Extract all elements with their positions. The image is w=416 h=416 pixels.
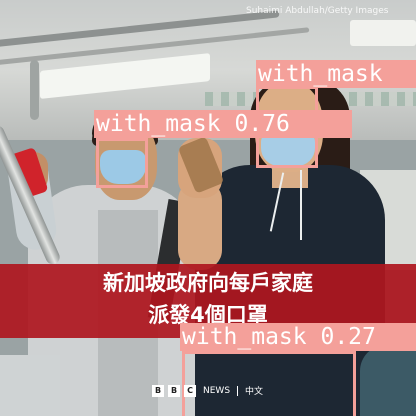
detection-label: with_mask 0.27 (180, 323, 416, 351)
detection-box (96, 138, 148, 188)
photo-stage: Suhaimi Abdullah/Getty Images 新加坡政府向每戶家庭… (0, 0, 416, 416)
earphone-cable (300, 170, 302, 240)
ceiling-light (350, 20, 416, 46)
logo-news-text: NEWS (203, 385, 231, 396)
detection-class: with_mask (182, 324, 307, 350)
logo-letter: B (168, 384, 180, 397)
detection-label: with_mask (256, 60, 416, 88)
logo-letter: C (184, 384, 196, 397)
photo-credit: Suhaimi Abdullah/Getty Images (246, 6, 389, 16)
detection-label: with_mask 0.76 (94, 110, 352, 138)
bag (0, 355, 60, 416)
detection-score: 0.76 (234, 111, 290, 137)
logo-divider (237, 385, 239, 396)
caption-line-1: 新加坡政府向每戶家庭 (103, 271, 313, 295)
passenger-right (360, 345, 416, 416)
detection-class: with_mask (96, 111, 221, 137)
bbc-news-logo: B B C NEWS 中文 (152, 384, 263, 397)
logo-letter: B (152, 384, 164, 397)
detection-score: 0.27 (320, 324, 376, 350)
detection-class: with_mask (258, 61, 383, 87)
logo-language: 中文 (245, 387, 264, 397)
handle-pole (30, 60, 39, 120)
